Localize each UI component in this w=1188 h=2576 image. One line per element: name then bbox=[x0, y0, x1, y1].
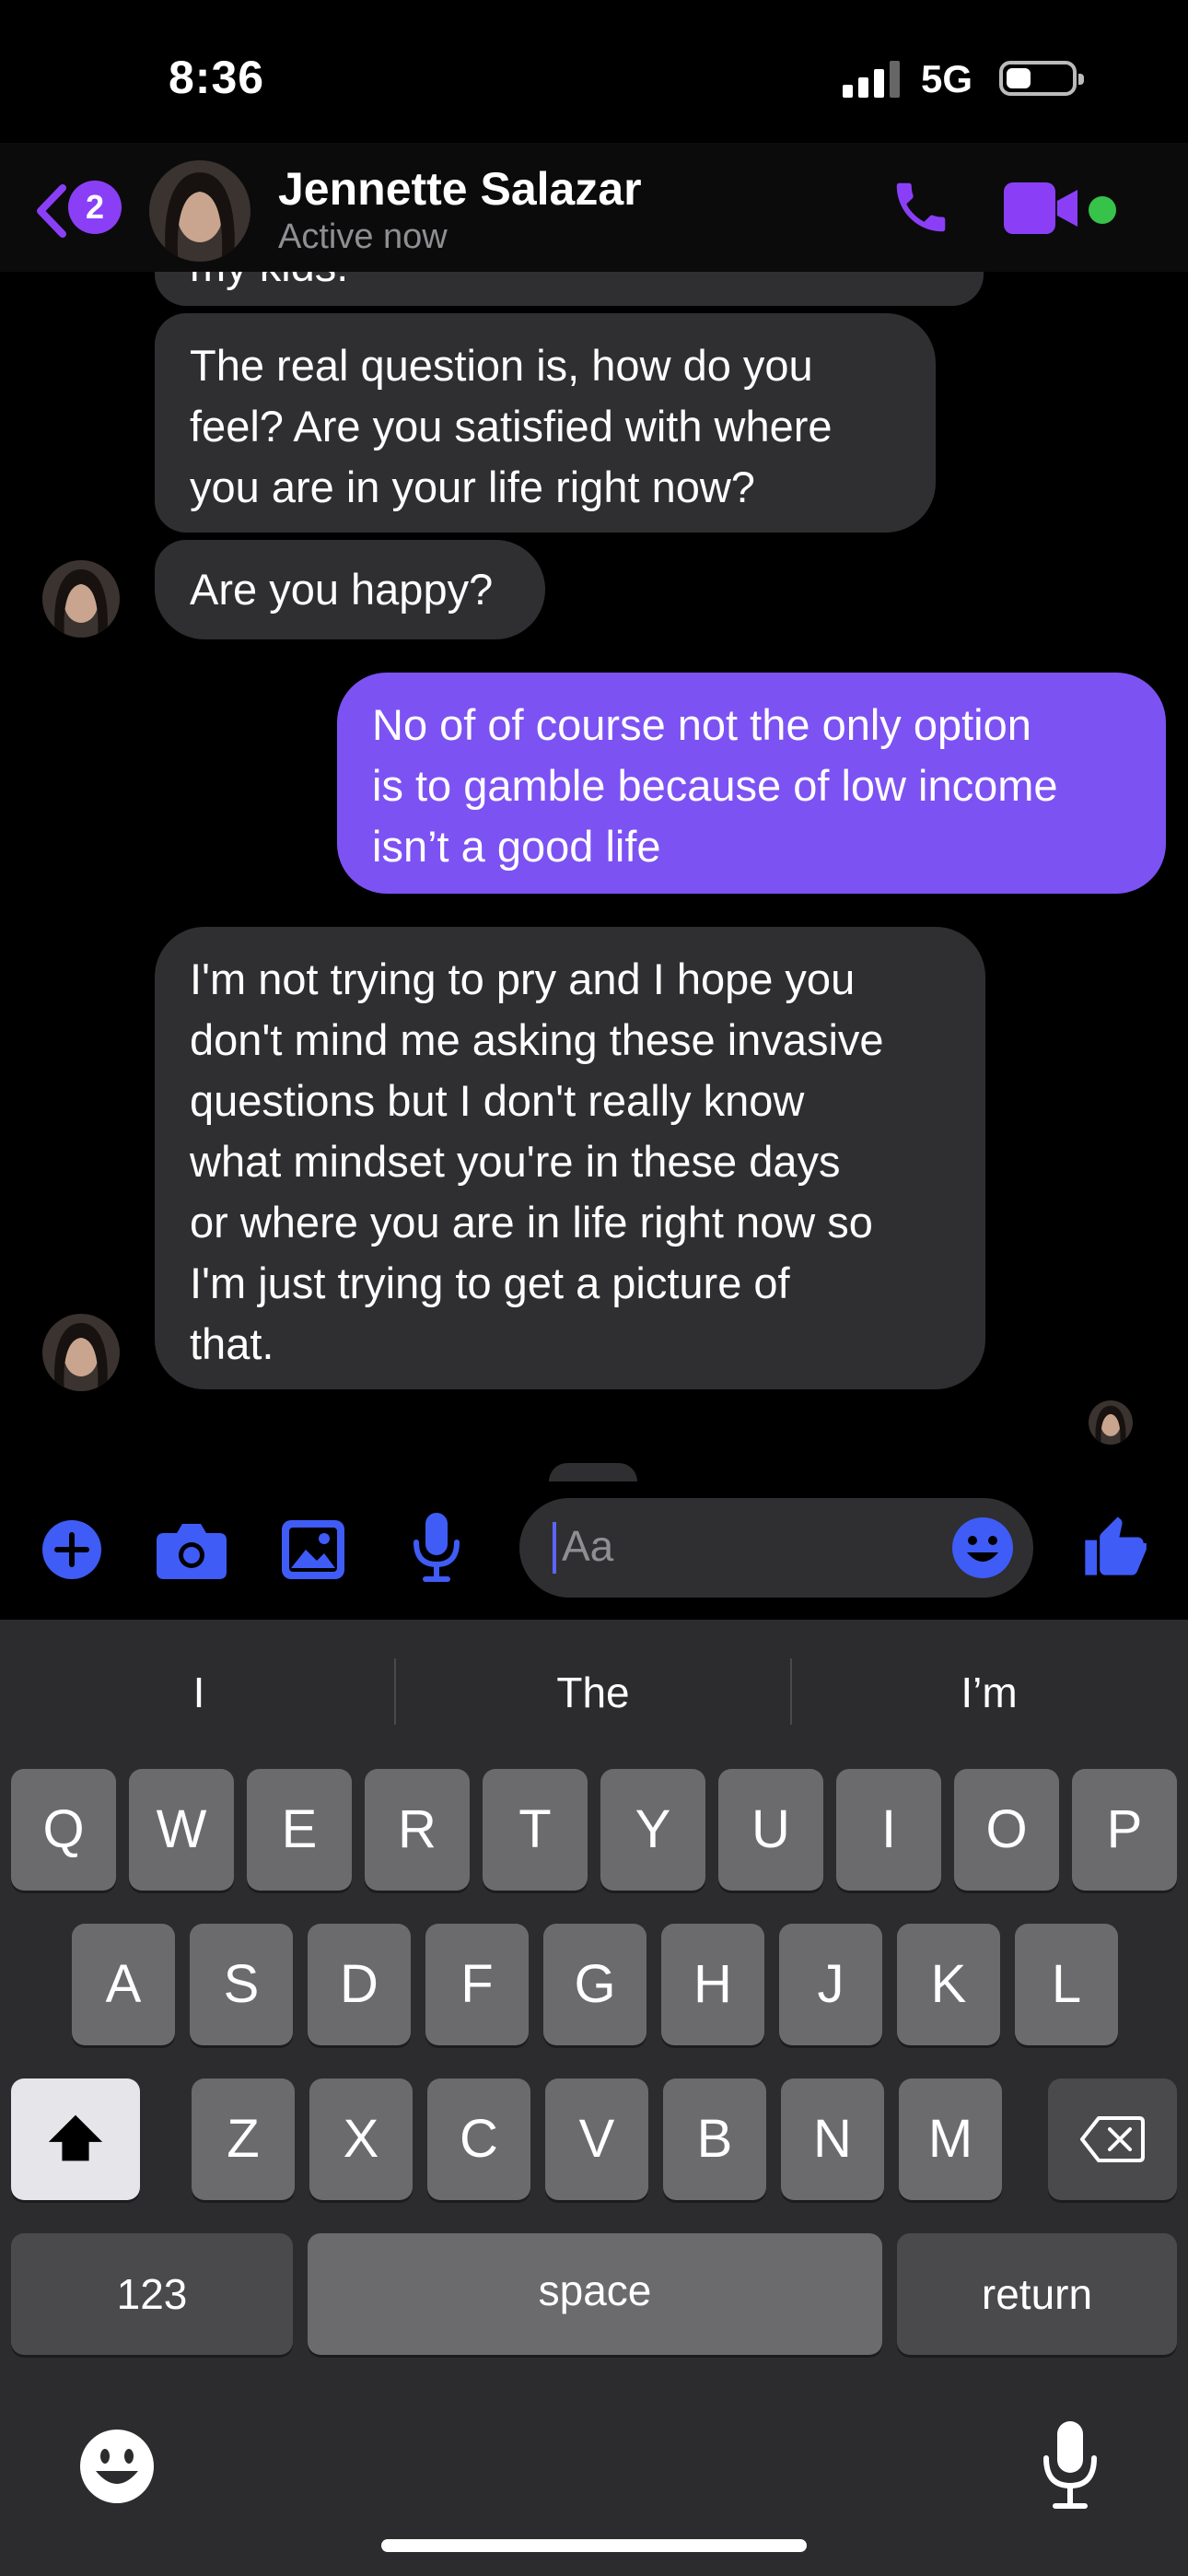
signal-icon bbox=[843, 61, 900, 98]
message-line: The real question is, how do you bbox=[190, 341, 813, 390]
message-line: or where you are in life right now so bbox=[190, 1198, 873, 1247]
key-b[interactable]: B bbox=[663, 2078, 766, 2200]
suggestion-divider bbox=[790, 1658, 792, 1725]
network-label: 5G bbox=[921, 57, 973, 100]
contact-avatar[interactable] bbox=[42, 1314, 120, 1391]
typing-indicator bbox=[549, 1463, 637, 1481]
backspace-icon bbox=[1080, 2116, 1145, 2162]
key-p[interactable]: P bbox=[1072, 1769, 1177, 1891]
emoji-icon[interactable] bbox=[950, 1516, 1015, 1580]
key-w[interactable]: W bbox=[129, 1769, 234, 1891]
key-n[interactable]: N bbox=[781, 2078, 884, 2200]
key-h[interactable]: H bbox=[661, 1924, 764, 2045]
key-x[interactable]: X bbox=[309, 2078, 413, 2200]
suggestion-3[interactable]: I’m bbox=[805, 1668, 1173, 1717]
status-time: 8:36 bbox=[169, 52, 265, 103]
message-bubble-received[interactable]: The real question is, how do you feel? A… bbox=[155, 313, 936, 533]
key-y[interactable]: Y bbox=[600, 1769, 705, 1891]
message-line: Are you happy? bbox=[190, 565, 494, 614]
key-m[interactable]: M bbox=[899, 2078, 1002, 2200]
contact-status: Active now bbox=[278, 217, 448, 256]
key-j[interactable]: J bbox=[779, 1924, 882, 2045]
key-l[interactable]: L bbox=[1015, 1924, 1118, 2045]
message-line: No of of course not the only option bbox=[372, 700, 1031, 749]
key-e[interactable]: E bbox=[247, 1769, 352, 1891]
online-indicator bbox=[1089, 196, 1116, 224]
gallery-icon[interactable] bbox=[282, 1520, 344, 1579]
message-line: feel? Are you satisfied with where bbox=[190, 402, 833, 451]
key-t[interactable]: T bbox=[483, 1769, 588, 1891]
message-line: I'm not trying to pry and I hope you bbox=[190, 954, 856, 1003]
key-s[interactable]: S bbox=[190, 1924, 293, 2045]
suggestion-2[interactable]: The bbox=[409, 1668, 777, 1717]
key-i[interactable]: I bbox=[836, 1769, 941, 1891]
key-q[interactable]: Q bbox=[11, 1769, 116, 1891]
key-r[interactable]: R bbox=[365, 1769, 470, 1891]
message-bubble-received[interactable]: I'm not trying to pry and I hope you don… bbox=[155, 927, 985, 1389]
message-line: is to gamble because of low income bbox=[372, 761, 1058, 810]
message-line: I'm just trying to get a picture of bbox=[190, 1259, 790, 1307]
avatar[interactable] bbox=[149, 160, 250, 262]
suggestion-divider bbox=[394, 1658, 396, 1725]
thumbs-up-icon[interactable] bbox=[1079, 1511, 1149, 1581]
key-c[interactable]: C bbox=[427, 2078, 530, 2200]
battery-icon bbox=[999, 61, 1084, 96]
backspace-key[interactable] bbox=[1048, 2078, 1177, 2200]
contact-name[interactable]: Jennette Salazar bbox=[278, 162, 642, 216]
key-d[interactable]: D bbox=[308, 1924, 411, 2045]
message-line: isn’t a good life bbox=[372, 822, 661, 871]
message-line: you are in your life right now? bbox=[190, 463, 755, 511]
return-key[interactable]: return bbox=[897, 2233, 1177, 2355]
read-receipt-avatar bbox=[1089, 1400, 1133, 1445]
key-f[interactable]: F bbox=[425, 1924, 529, 2045]
message-bubble-sent[interactable]: No of of course not the only option is t… bbox=[337, 673, 1166, 894]
space-key[interactable]: space bbox=[308, 2233, 882, 2355]
suggestion-1[interactable]: I bbox=[15, 1668, 383, 1717]
unread-badge[interactable]: 2 bbox=[68, 181, 122, 234]
video-icon[interactable] bbox=[1004, 182, 1079, 234]
key-a[interactable]: A bbox=[72, 1924, 175, 2045]
plus-icon[interactable] bbox=[41, 1518, 103, 1581]
keyboard-emoji-icon[interactable] bbox=[79, 2429, 155, 2504]
message-line: don't mind me asking these invasive bbox=[190, 1015, 884, 1064]
key-o[interactable]: O bbox=[954, 1769, 1059, 1891]
key-v[interactable]: V bbox=[545, 2078, 648, 2200]
shift-key[interactable] bbox=[11, 2078, 140, 2200]
home-indicator[interactable] bbox=[381, 2539, 807, 2552]
message-bubble-received[interactable]: Are you happy? bbox=[155, 540, 545, 639]
message-input-placeholder: Aa bbox=[562, 1522, 614, 1570]
message-line: what mindset you're in these days bbox=[190, 1137, 841, 1186]
key-z[interactable]: Z bbox=[192, 2078, 295, 2200]
message-line: questions but I don't really know bbox=[190, 1076, 805, 1125]
numbers-key[interactable]: 123 bbox=[11, 2233, 293, 2355]
message-line: that. bbox=[190, 1319, 274, 1368]
dictation-mic-icon[interactable] bbox=[1041, 2421, 1100, 2510]
phone-icon[interactable] bbox=[889, 175, 953, 240]
key-k[interactable]: K bbox=[897, 1924, 1000, 2045]
key-u[interactable]: U bbox=[718, 1769, 823, 1891]
contact-avatar[interactable] bbox=[42, 560, 120, 638]
mic-icon[interactable] bbox=[411, 1513, 462, 1583]
text-cursor bbox=[553, 1522, 556, 1574]
back-chevron-icon[interactable] bbox=[33, 182, 70, 240]
shift-icon bbox=[48, 2114, 103, 2161]
key-g[interactable]: G bbox=[543, 1924, 646, 2045]
camera-icon[interactable] bbox=[157, 1522, 227, 1579]
